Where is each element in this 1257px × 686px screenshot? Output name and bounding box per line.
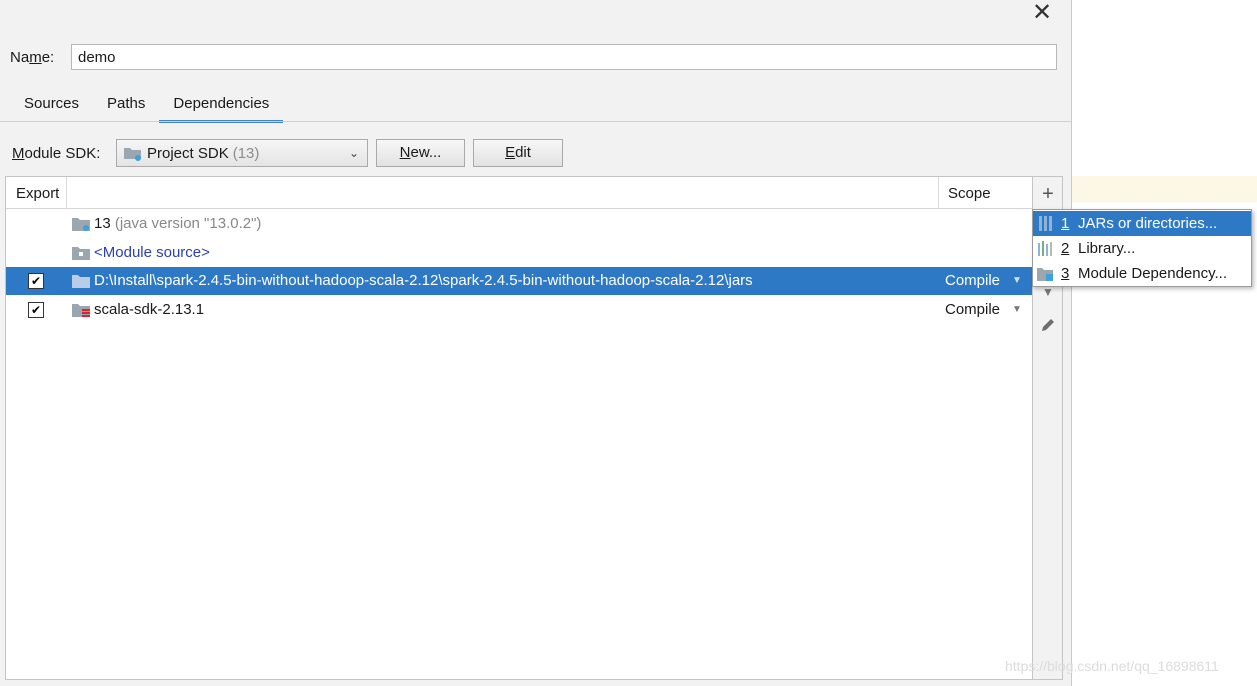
menu-item-number: 3 <box>1061 265 1070 282</box>
menu-item-label: JARs or directories... <box>1078 215 1218 232</box>
caret-down-icon: ▼ <box>1012 304 1022 315</box>
sdk-folder-icon <box>72 218 90 231</box>
close-icon[interactable]: ✕ <box>1032 1 1052 25</box>
table-row[interactable]: ✔ D:\Install\spark-2.4.5-bin-without-had… <box>6 267 1032 295</box>
menu-item-number: 1 <box>1061 215 1070 232</box>
tab-paths[interactable]: Paths <box>93 90 159 120</box>
name-input[interactable] <box>71 44 1057 70</box>
pencil-icon[interactable] <box>1033 311 1063 337</box>
col-scope-header[interactable]: Scope <box>948 185 991 202</box>
row-text: 13 <box>94 215 111 232</box>
tab-bar: Sources Paths Dependencies <box>10 90 284 123</box>
export-checkbox[interactable]: ✔ <box>28 302 44 318</box>
table-row[interactable]: <Module source> <box>6 239 1032 267</box>
project-structure-dialog: ✕ Name: Sources Paths Dependencies Modul… <box>0 0 1072 686</box>
tabs-divider <box>0 121 1071 122</box>
module-source-icon <box>72 247 90 260</box>
caret-down-icon: ▼ <box>1012 275 1022 286</box>
column-divider <box>66 177 67 208</box>
sdk-folder-icon <box>124 148 141 161</box>
module-sdk-label: Module SDK: <box>12 145 101 162</box>
chevron-down-icon: ⌄ <box>348 146 359 160</box>
name-label: Name: <box>10 49 55 66</box>
menu-item-number: 2 <box>1061 240 1070 257</box>
menu-item-library[interactable]: 2 Library... <box>1033 236 1251 261</box>
menu-item-label: Module Dependency... <box>1078 265 1227 282</box>
menu-item-module-dependency[interactable]: 3 Module Dependency... <box>1033 261 1251 286</box>
row-text: D:\Install\spark-2.4.5-bin-without-hadoo… <box>94 272 753 289</box>
menu-item-jars[interactable]: 1 JARs or directories... <box>1033 211 1251 236</box>
table-row[interactable]: ✔ scala-sdk-2.13.1 Compile ▼ <box>6 296 1032 324</box>
column-divider <box>938 177 939 208</box>
export-checkbox[interactable]: ✔ <box>28 273 44 289</box>
row-text: <Module source> <box>94 244 210 261</box>
jar-icon <box>1039 216 1052 231</box>
scope-dropdown[interactable]: Compile <box>945 301 1000 318</box>
add-icon[interactable]: + <box>1033 181 1063 207</box>
table-header: Export Scope <box>6 177 1032 209</box>
folder-icon <box>72 275 90 288</box>
tab-sources[interactable]: Sources <box>10 90 93 120</box>
library-icon <box>1038 241 1052 256</box>
col-export-header[interactable]: Export <box>16 185 59 202</box>
watermark: https://blog.csdn.net/qq_16898611 <box>1005 658 1219 674</box>
background-panel <box>1072 0 1257 686</box>
sdk-selected-suffix: (13) <box>232 144 260 162</box>
new-sdk-button[interactable]: New... <box>376 139 465 167</box>
menu-item-label: Library... <box>1078 240 1136 257</box>
edit-sdk-button[interactable]: Edit <box>473 139 563 167</box>
dependencies-table: Export Scope 13 (java version "13.0.2") … <box>5 176 1033 680</box>
tab-dependencies[interactable]: Dependencies <box>159 90 284 123</box>
table-row[interactable]: 13 (java version "13.0.2") <box>6 210 1032 238</box>
sdk-selected: Project SDK <box>147 144 229 162</box>
background-highlight <box>1072 176 1257 202</box>
module-sdk-dropdown[interactable]: Project SDK (13) ⌄ <box>116 139 368 167</box>
module-icon <box>1037 268 1053 281</box>
add-dependency-popup: 1 JARs or directories... 2 Library... 3 … <box>1032 209 1252 287</box>
scala-library-icon <box>72 304 90 317</box>
row-text: scala-sdk-2.13.1 <box>94 301 205 318</box>
row-muted-text: (java version "13.0.2") <box>114 215 262 232</box>
scope-dropdown[interactable]: Compile <box>945 272 1000 289</box>
